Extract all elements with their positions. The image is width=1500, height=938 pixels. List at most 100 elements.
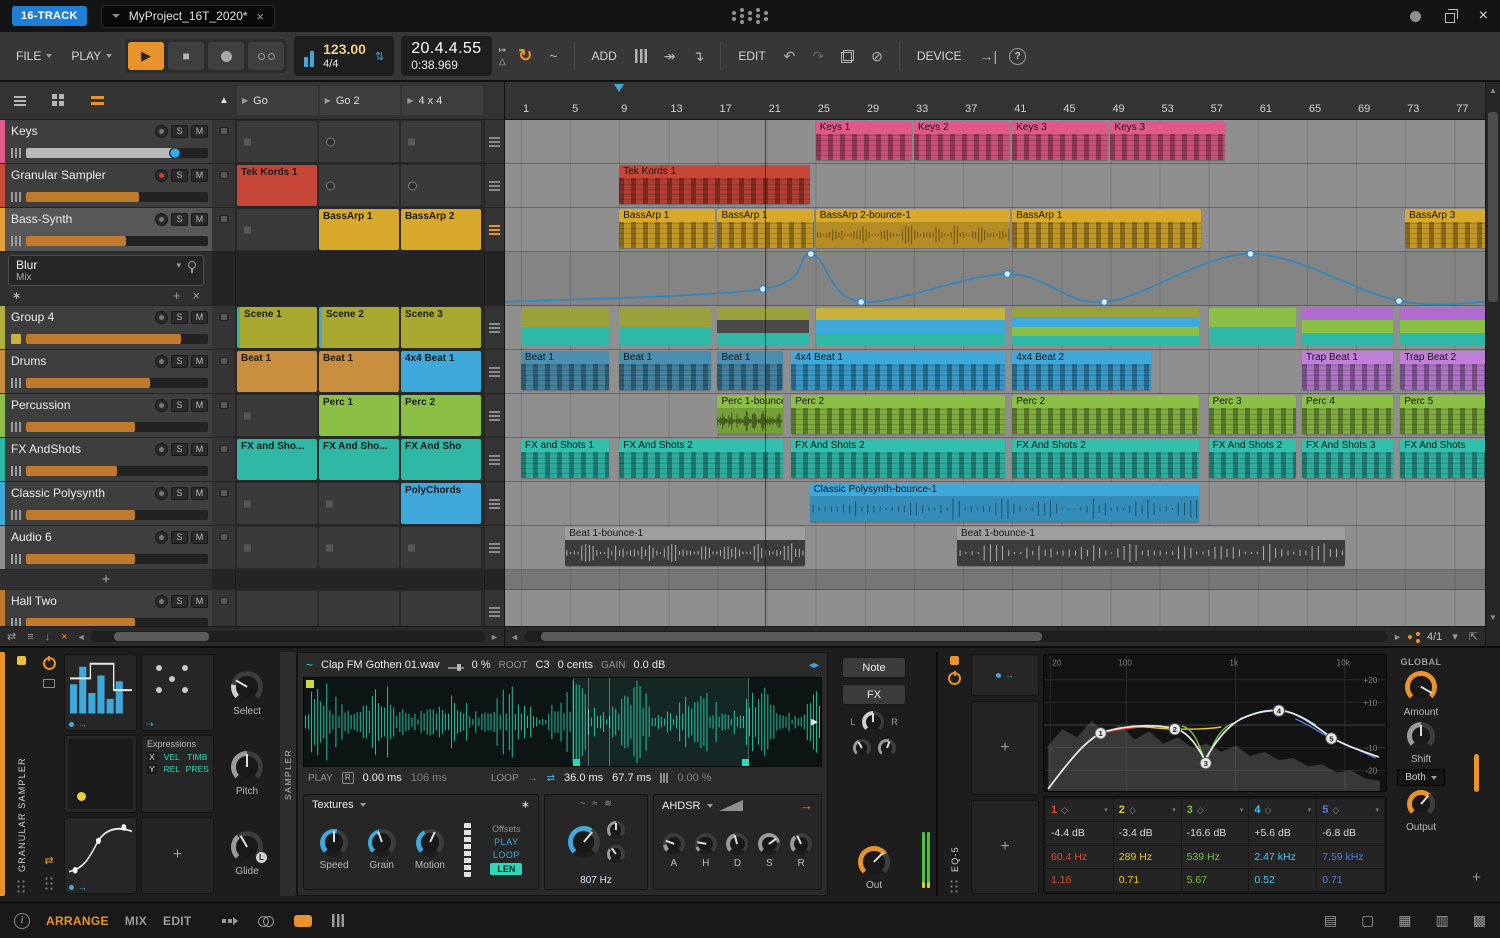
loop-pingpong-icon[interactable]: ⇄	[547, 773, 555, 784]
metronome-icon[interactable]: △	[499, 57, 506, 66]
clip-slot[interactable]	[401, 121, 481, 162]
lane-options-icon[interactable]	[489, 370, 500, 373]
hold-knob[interactable]	[694, 833, 717, 855]
link-icon[interactable]	[257, 915, 274, 927]
offset-len-button[interactable]: LEN	[490, 863, 523, 875]
motion-knob[interactable]	[415, 828, 444, 857]
arranger-clip-fx-and-shots-3[interactable]: FX And Shots 3	[1302, 439, 1394, 478]
track-row-granular-sampler[interactable]: Granular Sampler S M Tek Kords 1	[0, 164, 504, 208]
gain-value[interactable]: 0.0 dB	[633, 659, 665, 671]
overdub-button[interactable]	[248, 42, 285, 70]
arranger-clip-fx-and-shots-2[interactable]: FX And Shots 2	[1012, 439, 1200, 478]
eq-node-1[interactable]: 1	[1094, 727, 1107, 740]
ahdsr-header[interactable]: AHDSR →	[654, 795, 821, 816]
scroll-left-arrow[interactable]: ◄	[508, 632, 521, 642]
mute-button[interactable]: M	[191, 124, 208, 138]
arranger-clip-perc-2[interactable]: Perc 2	[791, 395, 1006, 434]
loop-mode-icon[interactable]: →	[528, 773, 538, 784]
output-knob[interactable]	[1407, 790, 1435, 818]
arranger-clip-4x4-beat-2[interactable]: 4x4 Beat 2	[1012, 351, 1152, 390]
volume-slider[interactable]	[26, 148, 208, 158]
add-track-button[interactable]: +	[0, 570, 212, 589]
chain-scroll-handle[interactable]	[1474, 754, 1479, 792]
browser-panel-icon[interactable]: ▢	[1361, 912, 1374, 929]
eq-band-5-gain[interactable]: -6.8 dB	[1317, 822, 1384, 845]
attack-knob[interactable]	[662, 833, 685, 855]
loop-toggle-icon[interactable]: ↻	[513, 44, 537, 68]
clip-slot[interactable]: Tek Kords 1	[237, 165, 317, 206]
volume-slider[interactable]	[26, 466, 208, 476]
record-arm-button[interactable]	[155, 442, 168, 456]
mute-button[interactable]: M	[191, 442, 208, 456]
lane-options-icon[interactable]	[489, 184, 500, 187]
clip-slot[interactable]: BassArp 2	[401, 209, 481, 250]
eq-band-1-q[interactable]: 1.16	[1046, 868, 1113, 891]
clip-stop-button[interactable]	[219, 127, 228, 135]
launcher-start-marker[interactable]	[614, 84, 625, 92]
arranger-clip-perc-5[interactable]: Perc 5	[1400, 395, 1485, 434]
eq-band-3-selector[interactable]: 3 ◇ ▾	[1181, 799, 1249, 822]
scroll-down-arrow[interactable]: ▼	[1489, 613, 1497, 622]
clip-slot[interactable]: PolyChords	[401, 483, 481, 524]
automation-point[interactable]	[857, 297, 866, 307]
eq-band-2-q[interactable]: 0.71	[1113, 868, 1181, 891]
solo-button[interactable]: S	[171, 486, 188, 500]
mute-button[interactable]: M	[191, 310, 208, 324]
automation-param-box[interactable]: Blur ▾ Mix	[8, 255, 204, 286]
drag-handle-icon[interactable]	[949, 879, 960, 894]
offset-loop-button[interactable]: LOOP	[493, 850, 520, 860]
track-row-classic-polysynth[interactable]: Classic Polysynth S M PolyChords	[0, 482, 504, 526]
eq-band-1-gain[interactable]: -4.4 dB	[1046, 822, 1113, 845]
pin-icon[interactable]	[188, 261, 196, 273]
eq-band-5-selector[interactable]: 5 ◇ ▾	[1317, 799, 1384, 822]
play-menu-button[interactable]: PLAY	[65, 45, 118, 67]
eq-node-3[interactable]: 3	[1199, 757, 1212, 770]
horizontal-scrollbar-thumb[interactable]	[114, 632, 209, 641]
modulator-steps-display[interactable]: →	[64, 654, 137, 732]
caret-down-icon[interactable]: ▾	[1240, 806, 1244, 814]
scroll-right-arrow[interactable]: ►	[1391, 632, 1404, 642]
remove-automation-lane-button[interactable]: ×	[192, 289, 200, 302]
mute-button[interactable]: M	[191, 168, 208, 182]
filter-mix-knob[interactable]	[606, 845, 625, 863]
sample-name[interactable]: Clap FM Gothen 01.wav	[321, 659, 440, 671]
solo-button[interactable]: S	[171, 442, 188, 456]
eq-band-3-freq[interactable]: 539 Hz	[1181, 845, 1249, 868]
record-arm-button[interactable]	[155, 354, 168, 368]
record-button[interactable]	[208, 42, 245, 70]
scene-header-go[interactable]: ▶ Go	[237, 86, 318, 115]
clip-slot[interactable]	[319, 527, 399, 568]
eq-band-3-q[interactable]: 5.67	[1181, 868, 1249, 891]
volume-slider[interactable]	[26, 378, 208, 388]
volume-slider[interactable]	[26, 236, 208, 246]
pointer-tool-icon[interactable]: ▲	[212, 82, 236, 119]
zoom-caret-icon[interactable]: ▾	[1448, 630, 1462, 643]
fx-chain-button[interactable]: FX	[842, 684, 906, 705]
eq-band-5-q[interactable]: 0.71	[1317, 868, 1384, 891]
zoom-level-value[interactable]: 4/1	[1424, 631, 1445, 643]
automation-follow-icon[interactable]: ~	[544, 46, 562, 66]
lane-options-icon[interactable]	[489, 140, 500, 143]
clip-slot[interactable]: FX and Sho...	[237, 439, 317, 480]
lane-options-icon[interactable]	[489, 458, 500, 461]
decay-knob[interactable]	[726, 833, 749, 855]
eq-band-4-gain[interactable]: +5.6 dB	[1249, 822, 1317, 845]
mute-button[interactable]: M	[191, 530, 208, 544]
modulator-dice[interactable]: ⇢	[141, 654, 214, 732]
expression-vel[interactable]: VEL	[160, 752, 184, 762]
clip-slot[interactable]: Perc 1	[319, 395, 399, 436]
reverse-icon[interactable]: R	[341, 772, 354, 784]
sampler-tab[interactable]: SAMPLER	[280, 652, 297, 896]
clip-slot[interactable]	[237, 591, 317, 626]
focused-display-icon[interactable]	[293, 914, 312, 927]
eq-band-3-gain[interactable]: -16.6 dB	[1181, 822, 1249, 845]
mute-button[interactable]: M	[191, 486, 208, 500]
group-clip-segment[interactable]	[1208, 308, 1297, 345]
automation-mode-icon[interactable]: ∗	[12, 289, 21, 302]
record-arm-button[interactable]	[155, 530, 168, 544]
add-device-button[interactable]: +	[1472, 869, 1481, 886]
edit-menu-button[interactable]: EDIT	[732, 45, 771, 67]
volume-slider[interactable]	[26, 192, 208, 202]
device-route-icon[interactable]: ⇄	[44, 854, 53, 867]
group-clip-segment[interactable]	[1302, 308, 1394, 345]
